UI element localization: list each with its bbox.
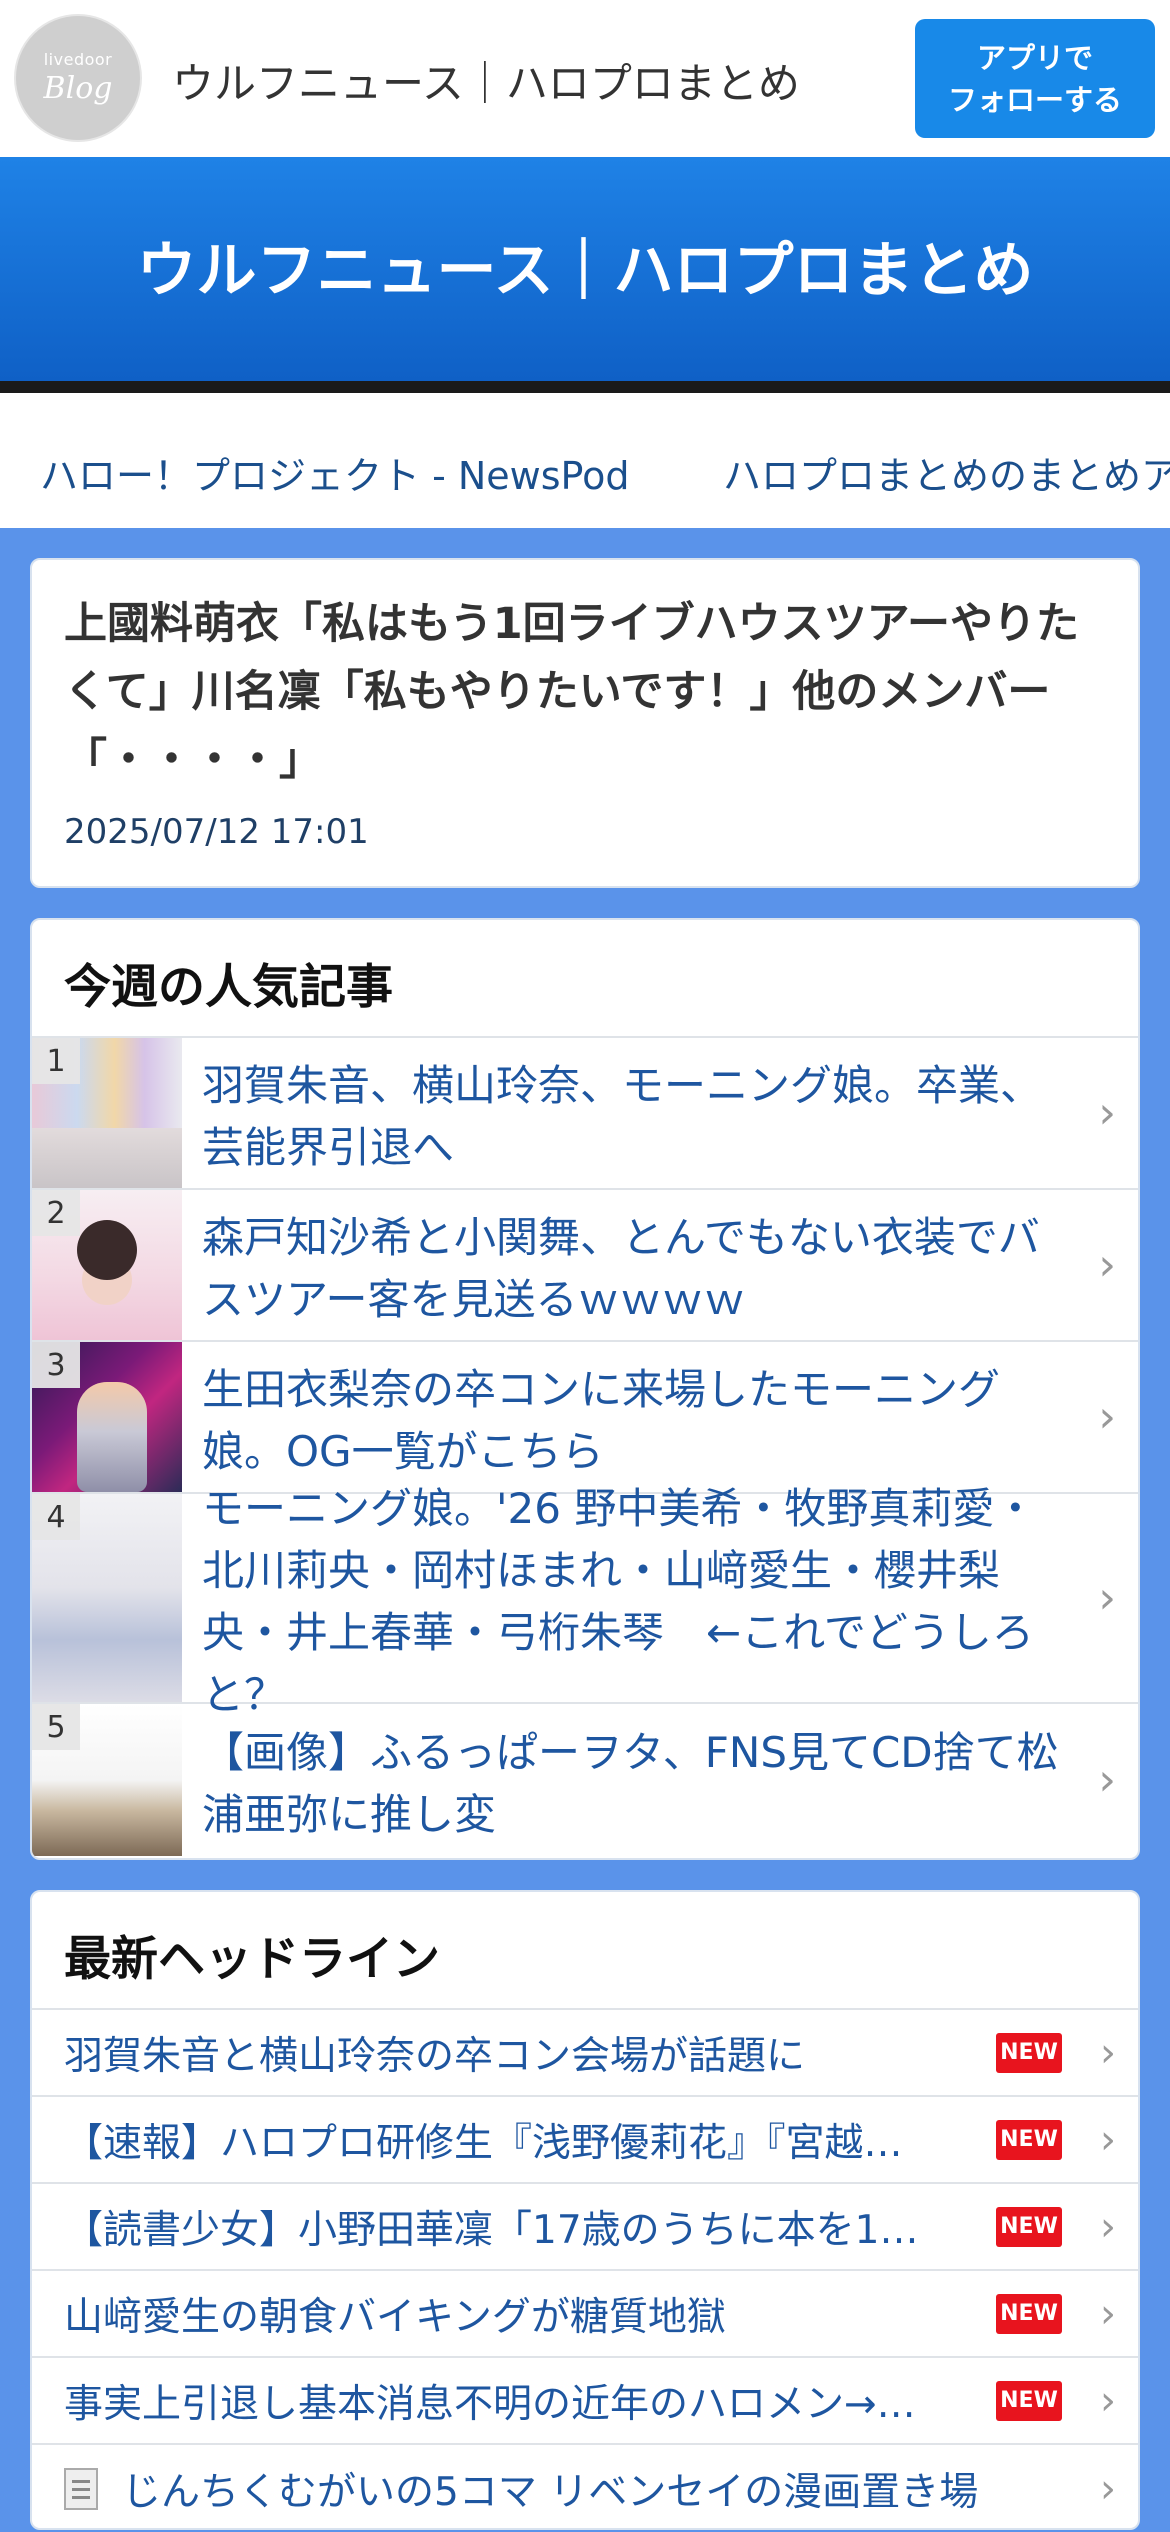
- chevron-right-icon: ›: [1100, 2290, 1116, 2337]
- article-date: 2025/07/12 17:01: [64, 812, 369, 852]
- latest-headlines: 最新ヘッドライン 羽賀朱音と横山玲奈の卒コン会場が話題に NEW › 【速報】ハ…: [30, 1890, 1140, 2530]
- rank-number: 4: [32, 1494, 80, 1540]
- new-badge: NEW: [996, 2293, 1062, 2334]
- rank-number: 1: [32, 1038, 80, 1084]
- headline-item[interactable]: じんちくむがいの5コマ リベンセイの漫画置き場 ›: [32, 2445, 1138, 2528]
- headline-text: 事実上引退し基本消息不明の近年のハロメン→…: [64, 2381, 916, 2427]
- ranking-thumbnail: 1: [32, 1038, 182, 1188]
- link-bar: ハロー！プロジェクト - NewsPod ハロプロまとめのまとめア: [0, 393, 1170, 528]
- rank-number: 2: [32, 1190, 80, 1236]
- chevron-right-icon: ›: [1100, 2029, 1116, 2076]
- headline-text: じんちくむがいの5コマ リベンセイの漫画置き場: [122, 2469, 979, 2515]
- rank-number: 3: [32, 1342, 80, 1388]
- headline-item[interactable]: 山﨑愛生の朝食バイキングが糖質地獄 NEW ›: [32, 2271, 1138, 2358]
- ranking-thumbnail: 3: [32, 1342, 182, 1492]
- headline-item[interactable]: 【読書少女】小野田華凜「17歳のうちに本を1… NEW ›: [32, 2184, 1138, 2271]
- headline-text: 【読書少女】小野田華凜「17歳のうちに本を1…: [64, 2207, 919, 2253]
- chevron-right-icon: ›: [1100, 2116, 1116, 2163]
- new-badge: NEW: [996, 2032, 1062, 2073]
- chevron-right-icon: ›: [1098, 1239, 1116, 1291]
- headline-item[interactable]: 【速報】ハロプロ研修生『浅野優莉花』『宮越… NEW ›: [32, 2097, 1138, 2184]
- chevron-right-icon: ›: [1098, 1087, 1116, 1139]
- ranking-item-text: 羽賀朱音、横山玲奈、モーニング娘。卒業、芸能界引退へ: [202, 1061, 1043, 1172]
- headline-text: 山﨑愛生の朝食バイキングが糖質地獄: [64, 2294, 726, 2340]
- headline-text: 【速報】ハロプロ研修生『浅野優莉花』『宮越…: [64, 2120, 903, 2166]
- livedoor-blog-logo[interactable]: livedoor Blog: [14, 14, 142, 142]
- blog-banner[interactable]: ウルフニュース｜ハロプロまとめ: [0, 157, 1170, 393]
- headline-text: 羽賀朱音と横山玲奈の卒コン会場が話題に: [64, 2033, 806, 2079]
- chevron-right-icon: ›: [1098, 1391, 1116, 1443]
- rank-number: 5: [32, 1704, 80, 1750]
- logo-small-text: livedoor: [43, 50, 113, 69]
- logo-big-text: Blog: [43, 71, 113, 106]
- new-badge: NEW: [996, 2380, 1062, 2421]
- ranking-item[interactable]: 3 生田衣梨奈の卒コンに来場したモーニング娘。OG一覧がこちら ›: [32, 1342, 1138, 1494]
- article-title: 上國料萌衣「私はもう1回ライブハウスツアーやりたくて」川名凜「私もやりたいです！…: [64, 599, 1080, 785]
- ranking-thumbnail: 5: [32, 1704, 182, 1856]
- follow-line1: アプリで: [976, 40, 1093, 75]
- banner-title: ウルフニュース｜ハロプロまとめ: [136, 235, 1034, 306]
- chevron-right-icon: ›: [1098, 1754, 1116, 1806]
- link-newspod[interactable]: ハロー！プロジェクト - NewsPod: [40, 445, 629, 500]
- ranking-item[interactable]: 4 モーニング娘。'26 野中美希・牧野真莉愛・北川莉央・岡村ほまれ・山﨑愛生・…: [32, 1484, 1138, 1719]
- ranking-thumbnail: 4: [32, 1494, 182, 1702]
- chevron-right-icon: ›: [1100, 2465, 1116, 2512]
- chevron-right-icon: ›: [1100, 2377, 1116, 2424]
- new-badge: NEW: [996, 2206, 1062, 2247]
- ranking-item-text: 生田衣梨奈の卒コンに来場したモーニング娘。OG一覧がこちら: [202, 1365, 1001, 1476]
- top-header: livedoor Blog ウルフニュース｜ハロプロまとめ アプリで フォローす…: [0, 0, 1170, 157]
- ranking-thumbnail: 2: [32, 1190, 182, 1340]
- document-icon: [64, 2467, 98, 2510]
- site-title[interactable]: ウルフニュース｜ハロプロまとめ: [172, 50, 800, 111]
- ranking-item-text: 森戸知沙希と小関舞、とんでもない衣装でバスツアー客を見送るｗｗｗｗ: [202, 1213, 1040, 1324]
- ranking-item-text: モーニング娘。'26 野中美希・牧野真莉愛・北川莉央・岡村ほまれ・山﨑愛生・櫻井…: [202, 1484, 1037, 1719]
- ranking-item-text: 【画像】ふるっぱーヲタ、FNS見てCD捨て松浦亜弥に推し変: [202, 1728, 1059, 1839]
- ranking-item[interactable]: 5 【画像】ふるっぱーヲタ、FNS見てCD捨て松浦亜弥に推し変 ›: [32, 1704, 1138, 1856]
- follow-in-app-button[interactable]: アプリで フォローする: [915, 19, 1155, 138]
- chevron-right-icon: ›: [1098, 1572, 1116, 1624]
- weekly-ranking: 今週の人気記事 1 羽賀朱音、横山玲奈、モーニング娘。卒業、芸能界引退へ › 2…: [30, 918, 1140, 1860]
- chevron-right-icon: ›: [1100, 2203, 1116, 2250]
- headline-item[interactable]: 羽賀朱音と横山玲奈の卒コン会場が話題に NEW ›: [32, 2010, 1138, 2097]
- follow-line2: フォローする: [947, 82, 1122, 117]
- link-matome[interactable]: ハロプロまとめのまとめア: [723, 445, 1170, 500]
- ranking-item[interactable]: 1 羽賀朱音、横山玲奈、モーニング娘。卒業、芸能界引退へ ›: [32, 1038, 1138, 1190]
- ranking-item[interactable]: 2 森戸知沙希と小関舞、とんでもない衣装でバスツアー客を見送るｗｗｗｗ ›: [32, 1190, 1138, 1342]
- article-header: 上國料萌衣「私はもう1回ライブハウスツアーやりたくて」川名凜「私もやりたいです！…: [30, 558, 1140, 888]
- headlines-title: 最新ヘッドライン: [32, 1892, 1138, 2010]
- new-badge: NEW: [996, 2119, 1062, 2160]
- ranking-title: 今週の人気記事: [32, 920, 1138, 1038]
- headline-item[interactable]: 事実上引退し基本消息不明の近年のハロメン→… NEW ›: [32, 2358, 1138, 2445]
